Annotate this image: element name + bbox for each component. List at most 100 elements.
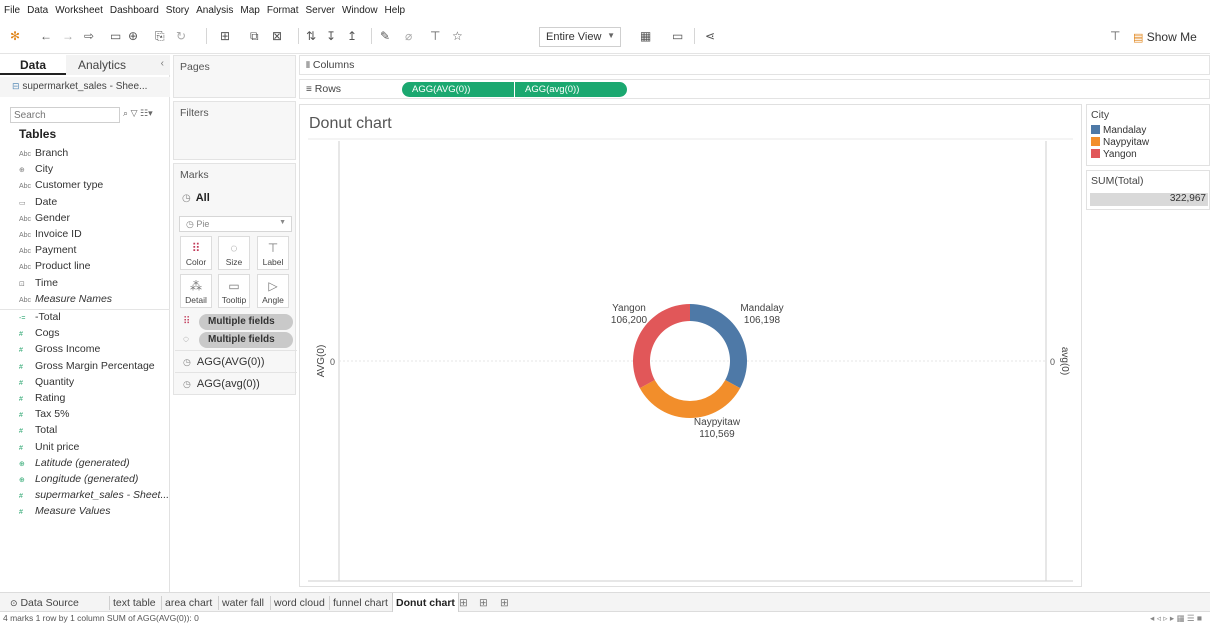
- field-gross-income[interactable]: # Gross Income: [19, 342, 100, 356]
- rows-pill-agg-avg[interactable]: AGG(AVG(0)): [402, 82, 514, 97]
- field-branch[interactable]: Abc Branch: [19, 146, 68, 160]
- menu-item-window[interactable]: Window: [342, 5, 378, 16]
- tooltip-button[interactable]: ▭ Tooltip: [218, 274, 250, 308]
- new-dashboard-tab-icon[interactable]: ⊞: [479, 596, 488, 610]
- field-product-line[interactable]: Abc Product line: [19, 259, 90, 273]
- save-icon[interactable]: ▭: [110, 29, 121, 43]
- sheet-tab-donut-chart[interactable]: Donut chart: [392, 593, 459, 613]
- color-pill-row[interactable]: ⠿ Multiple fields: [179, 314, 293, 330]
- field-total[interactable]: # Total: [19, 423, 57, 437]
- color-button[interactable]: ⠿ Color: [180, 236, 212, 270]
- legend-item-naypyitaw[interactable]: Naypyitaw: [1091, 137, 1149, 148]
- sort-descending-icon[interactable]: ↥: [347, 29, 357, 43]
- new-worksheet-tab-icon[interactable]: ⊞: [459, 596, 468, 610]
- new-worksheet-icon[interactable]: ⊞: [220, 29, 230, 43]
- field-measure-values[interactable]: # Measure Values: [19, 504, 110, 518]
- tableau-logo-icon[interactable]: ✻: [10, 29, 20, 43]
- status-nav-icons[interactable]: ◂ ◃ ▹ ▸ ▦ ☰ ■: [1150, 612, 1202, 624]
- filters-card[interactable]: Filters: [173, 101, 296, 160]
- presenter-icon[interactable]: ⊤: [1110, 29, 1120, 43]
- swap-icon[interactable]: ⇅: [306, 29, 316, 43]
- replay-icon[interactable]: ⇨: [84, 29, 94, 43]
- field-measure-names[interactable]: Abc Measure Names: [19, 292, 112, 306]
- presentation-mode-icon[interactable]: ▭: [672, 29, 683, 43]
- menu-item-analysis[interactable]: Analysis: [196, 5, 233, 16]
- rows-pill-agg-avg-lower[interactable]: AGG(avg(0)): [515, 82, 627, 97]
- group-icon[interactable]: ⌀: [405, 29, 412, 43]
- detail-button[interactable]: ⁂ Detail: [180, 274, 212, 308]
- filter-icon[interactable]: ▽: [131, 108, 138, 118]
- new-datasource-icon[interactable]: ⊕: [128, 29, 138, 43]
- search-input[interactable]: [10, 107, 120, 123]
- datasource-item[interactable]: ⊟ supermarket_sales - Shee...: [0, 77, 170, 97]
- sheet-tab-funnel-chart[interactable]: funnel chart: [329, 596, 388, 610]
- field-longitude-generated[interactable]: ⊕ Longitude (generated): [19, 472, 138, 486]
- search-icon[interactable]: ⌕: [123, 108, 128, 118]
- field-time[interactable]: ⊡ Time: [19, 276, 58, 290]
- redo-icon[interactable]: →: [62, 29, 74, 43]
- sheet-tab-word-cloud[interactable]: word cloud: [270, 596, 325, 610]
- share-icon[interactable]: ⋖: [705, 29, 715, 43]
- marks-agg-avg-card[interactable]: ◷ AGG(AVG(0)): [175, 350, 297, 372]
- rows-shelf[interactable]: ≡ Rows AGG(AVG(0)) AGG(avg(0)): [299, 79, 1210, 99]
- clear-sheet-icon[interactable]: ⊠: [272, 29, 282, 43]
- tab-data[interactable]: Data: [0, 55, 66, 75]
- donut-slice-mandalay[interactable]: [690, 304, 747, 389]
- show-cards-icon[interactable]: ▦: [640, 29, 651, 43]
- pause-updates-icon[interactable]: ⎘: [155, 29, 165, 43]
- field-rating[interactable]: # Rating: [19, 391, 65, 405]
- columns-shelf[interactable]: ⦀ Columns: [299, 55, 1210, 75]
- field-date[interactable]: ▭ Date: [19, 195, 57, 209]
- angle-button[interactable]: ▷ Angle: [257, 274, 289, 308]
- tab-analytics[interactable]: Analytics ‹: [66, 55, 170, 75]
- menu-item-format[interactable]: Format: [267, 5, 299, 16]
- highlight-icon[interactable]: ✎: [380, 29, 390, 43]
- field-unit-price[interactable]: # Unit price: [19, 440, 79, 454]
- field-gender[interactable]: Abc Gender: [19, 211, 70, 225]
- undo-icon[interactable]: ←: [40, 29, 52, 43]
- field-tax-5[interactable]: # Tax 5%: [19, 407, 69, 421]
- fit-dropdown[interactable]: Entire View ▼: [539, 27, 621, 47]
- menu-item-server[interactable]: Server: [306, 5, 335, 16]
- show-me-button[interactable]: ▤ Show Me: [1133, 30, 1197, 44]
- menu-item-worksheet[interactable]: Worksheet: [55, 5, 103, 16]
- menu-item-story[interactable]: Story: [166, 5, 189, 16]
- field-supermarket-sales-sheet[interactable]: # supermarket_sales - Sheet...: [19, 488, 169, 502]
- sheet-tab-area-chart[interactable]: area chart: [161, 596, 212, 610]
- size-button[interactable]: ◌ Size: [218, 236, 250, 270]
- marks-agg-avg-lower-card[interactable]: ◷ AGG(avg(0)): [175, 372, 297, 394]
- menu-item-file[interactable]: File: [4, 5, 20, 16]
- field-invoice-id[interactable]: Abc Invoice ID: [19, 227, 82, 241]
- menu-item-help[interactable]: Help: [385, 5, 406, 16]
- field-customer-type[interactable]: Abc Customer type: [19, 178, 103, 192]
- field--total[interactable]: -= -Total: [19, 310, 61, 324]
- pages-card[interactable]: Pages: [173, 55, 296, 98]
- menu-item-data[interactable]: Data: [27, 5, 48, 16]
- collapse-pane-icon[interactable]: ‹: [161, 58, 164, 69]
- field-gross-margin-percentage[interactable]: # Gross Margin Percentage: [19, 359, 155, 373]
- legend-item-yangon[interactable]: Yangon: [1091, 149, 1137, 160]
- menu-item-dashboard[interactable]: Dashboard: [110, 5, 159, 16]
- field-quantity[interactable]: # Quantity: [19, 375, 74, 389]
- label-button[interactable]: ⊤ Label: [257, 236, 289, 270]
- size-multiple-fields-pill[interactable]: Multiple fields: [199, 332, 293, 348]
- sheet-tab-water-fall[interactable]: water fall: [218, 596, 264, 610]
- view-options-icon[interactable]: ☷▾: [140, 108, 153, 118]
- refresh-icon[interactable]: ↻: [176, 29, 186, 43]
- fix-axes-icon[interactable]: ☆: [452, 29, 463, 43]
- field-city[interactable]: ⊕ City: [19, 162, 53, 176]
- duplicate-sheet-icon[interactable]: ⧉: [250, 29, 259, 43]
- menu-item-map[interactable]: Map: [240, 5, 259, 16]
- size-pill-row[interactable]: ◌ Multiple fields: [179, 332, 293, 348]
- donut-slice-naypyitaw[interactable]: [639, 380, 741, 418]
- color-multiple-fields-pill[interactable]: Multiple fields: [199, 314, 293, 330]
- data-source-tab[interactable]: ⊙ Data Source: [10, 596, 79, 610]
- field-latitude-generated[interactable]: ⊕ Latitude (generated): [19, 456, 130, 470]
- marks-all-header[interactable]: ◷ All: [182, 192, 210, 204]
- sheet-tab-text-table[interactable]: text table: [109, 596, 156, 610]
- legend-item-mandalay[interactable]: Mandalay: [1091, 125, 1146, 136]
- new-story-tab-icon[interactable]: ⊞: [500, 596, 509, 610]
- field-cogs[interactable]: # Cogs: [19, 326, 60, 340]
- show-labels-icon[interactable]: ⊤: [430, 29, 440, 43]
- sort-ascending-icon[interactable]: ↧: [326, 29, 336, 43]
